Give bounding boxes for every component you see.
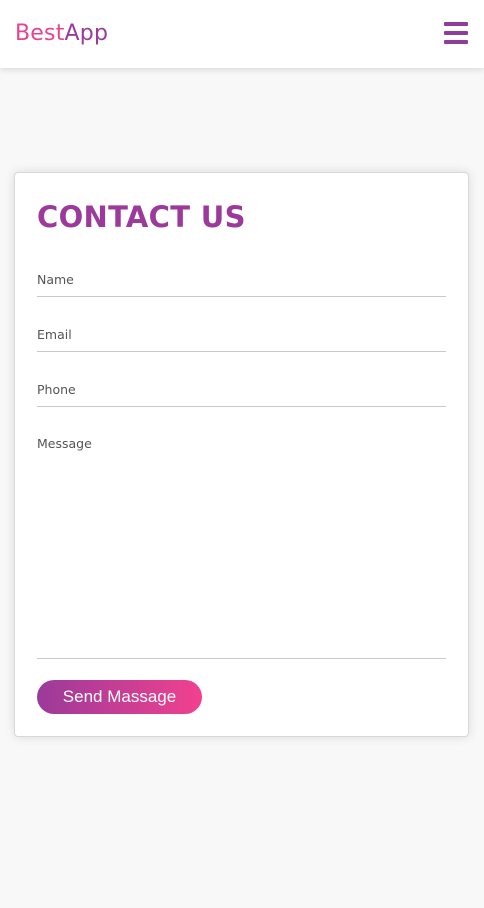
email-field-wrapper: [37, 326, 446, 352]
app-header: BestApp: [0, 0, 484, 68]
name-field-wrapper: [37, 271, 446, 297]
brand-logo-part1: Best: [15, 21, 65, 46]
contact-form-card: CONTACT US Send Massage: [14, 172, 469, 737]
email-input[interactable]: [37, 326, 446, 350]
hamburger-menu-icon[interactable]: [444, 22, 468, 44]
phone-input[interactable]: [37, 381, 446, 405]
send-message-button[interactable]: Send Massage: [37, 680, 202, 714]
name-input[interactable]: [37, 271, 446, 295]
hamburger-line: [444, 40, 468, 44]
hamburger-line: [444, 22, 468, 26]
phone-field-wrapper: [37, 381, 446, 407]
message-field-wrapper: [37, 436, 446, 659]
brand-logo-part2: App: [64, 21, 109, 46]
message-textarea[interactable]: [37, 436, 446, 657]
hamburger-line: [444, 31, 468, 35]
brand-logo[interactable]: BestApp: [15, 20, 108, 48]
page-title: CONTACT US: [37, 200, 246, 234]
